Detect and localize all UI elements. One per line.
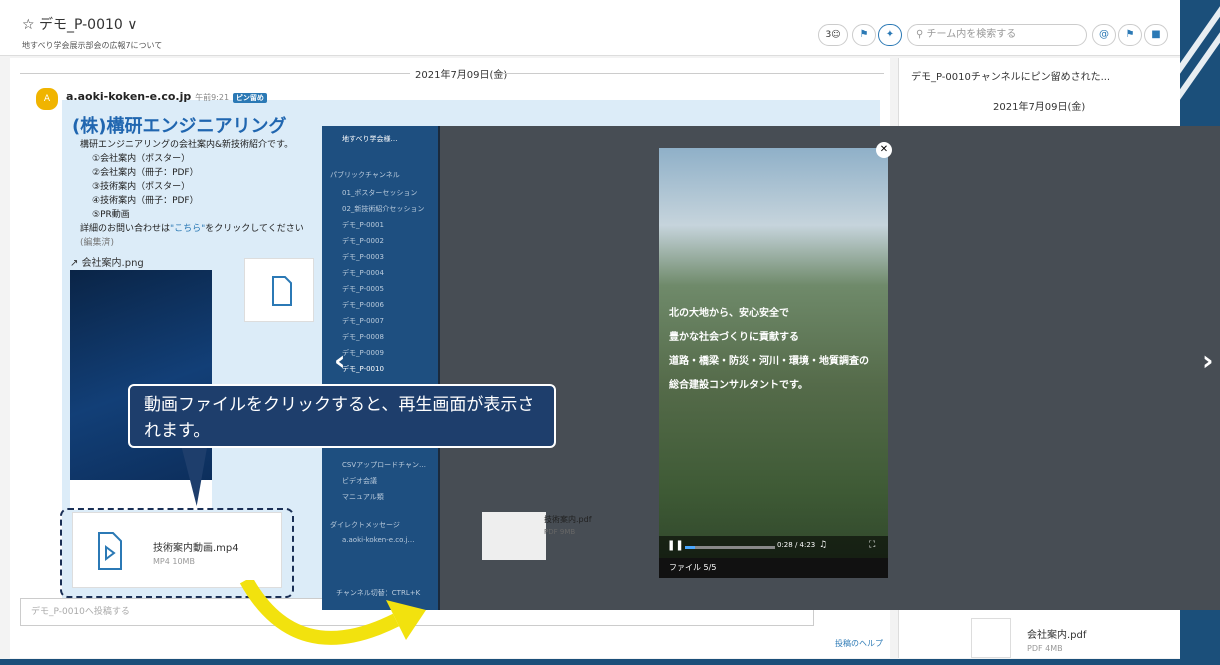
arrow-icon — [239, 580, 426, 645]
video-icon[interactable]: ■ — [1144, 24, 1168, 46]
message-author[interactable]: a.aoki-koken-e.co.jp 午前9:21 ピン留め — [66, 90, 267, 103]
sidebar-item[interactable]: デモ_P-0002 — [342, 236, 384, 246]
sidebar-item[interactable]: デモ_P-0007 — [342, 316, 384, 326]
chevron-left-icon[interactable]: ‹ — [334, 344, 346, 377]
attachment-name[interactable]: ↗ 会社案内.png — [70, 254, 144, 269]
video-caption: 道路・橋梁・防災・河川・環境・地質調査の — [669, 356, 869, 367]
sidebar-item[interactable]: 02_新技術紹介セッション — [342, 204, 424, 214]
video-controls: ❚❚ 0:28 / 4:23 ♫ ⛶ — [659, 536, 888, 558]
pin-icon[interactable]: ✦ — [878, 24, 902, 46]
instruction-callout: 動画ファイルをクリックすると、再生画面が表示されます。 — [128, 384, 556, 448]
pinned-file-name[interactable]: 会社案内.pdf — [1027, 626, 1086, 641]
close-icon[interactable]: ✕ — [876, 142, 892, 158]
fullscreen-icon[interactable]: ⛶ — [869, 540, 875, 550]
sidebar-item[interactable]: ビデオ会議 — [342, 476, 377, 486]
dm-item[interactable]: a.aoki-koken-e.co.j… — [342, 536, 414, 544]
search-input[interactable]: ⚲ チーム内を検索する — [907, 24, 1087, 46]
video-caption: 総合建設コンサルタントです。 — [669, 380, 808, 391]
video-caption: 豊かな社会づくりに貢献する — [669, 332, 799, 343]
channel-header: ☆ デモ_P-0010 ∨ 地すべり学会展示部会の広報7について 3☺ ⚑ ✦ … — [0, 0, 1180, 56]
sidebar-item[interactable]: デモ_P-0001 — [342, 220, 384, 230]
sidebar-item[interactable]: デモ_P-0004 — [342, 268, 384, 278]
sidebar-item[interactable]: デモ_P-0005 — [342, 284, 384, 294]
progress-bar[interactable] — [685, 546, 775, 549]
member-count-button[interactable]: 3☺ — [818, 24, 848, 46]
company-heading: (株)構研エンジニアリング — [72, 116, 287, 137]
sidebar-item[interactable]: デモ_P-0008 — [342, 332, 384, 342]
video-caption: 北の大地から、安心安全で — [669, 308, 789, 319]
avatar[interactable]: A — [36, 88, 58, 110]
pinned-date: 2021年7月09日(金) — [993, 102, 1086, 113]
contact-link[interactable]: "こちら" — [170, 224, 205, 234]
pinned-file-meta: PDF 4MB — [1027, 644, 1063, 653]
date-divider — [20, 73, 410, 74]
video-file-icon — [98, 532, 122, 570]
channel-title[interactable]: ☆ デモ_P-0010 ∨ — [22, 14, 138, 34]
pdf-attachment-tile[interactable] — [244, 258, 314, 322]
sidebar-item[interactable]: マニュアル類 — [342, 492, 384, 502]
pdf-icon[interactable] — [482, 512, 546, 560]
message-body: 構研エンジニアリングの会社案内&新技術紹介です。 ①会社案内（ポスター） ②会社… — [80, 140, 304, 248]
frame-bottom-bar — [0, 659, 1220, 665]
sidebar-item[interactable]: CSVアップロードチャン… — [342, 460, 426, 470]
volume-icon[interactable]: ♫ — [819, 540, 827, 550]
sidebar-item-active[interactable]: デモ_P-0010 — [342, 364, 384, 374]
file-counter: ファイル 5/5 — [659, 558, 888, 578]
pdf-icon[interactable] — [971, 618, 1011, 658]
pin-badge: ピン留め — [232, 93, 267, 103]
video-player[interactable]: 北の大地から、安心安全で 豊かな社会づくりに貢献する 道路・橋梁・防災・河川・環… — [659, 148, 888, 578]
channel-purpose: 地すべり学会展示部会の広報7について — [22, 41, 163, 50]
date-divider — [494, 73, 884, 74]
pdf-icon — [272, 276, 292, 306]
sidebar-item[interactable]: デモ_P-0009 — [342, 348, 384, 358]
sidebar-item[interactable]: デモ_P-0003 — [342, 252, 384, 262]
sidebar-item[interactable]: 01_ポスターセッション — [342, 188, 417, 198]
sidebar-item[interactable]: デモ_P-0006 — [342, 300, 384, 310]
pause-icon[interactable]: ❚❚ — [667, 540, 684, 551]
video-attachment[interactable]: 技術案内動画.mp4 MP4 10MB — [72, 512, 282, 588]
saved-icon[interactable]: ⚑ — [1118, 24, 1142, 46]
flag-icon[interactable]: ⚑ — [852, 24, 876, 46]
pinned-pane-title: デモ_P-0010チャンネルにピン留めされた... — [911, 72, 1111, 83]
progress-fill — [685, 546, 695, 549]
chevron-right-icon[interactable]: › — [1202, 344, 1214, 377]
post-help-link[interactable]: 投稿のヘルプ — [835, 638, 883, 649]
at-icon[interactable]: @ — [1092, 24, 1116, 46]
video-time: 0:28 / 4:23 — [777, 541, 816, 549]
